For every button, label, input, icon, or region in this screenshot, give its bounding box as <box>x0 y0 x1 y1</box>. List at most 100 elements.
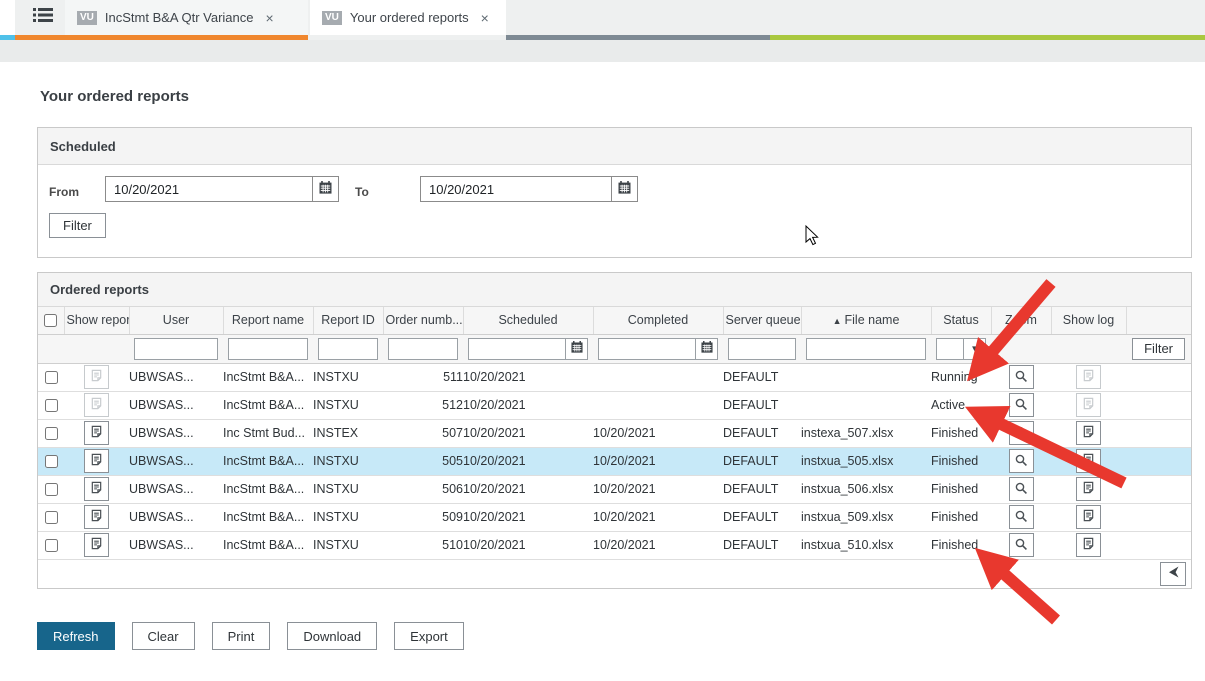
magnifier-icon <box>1014 481 1028 498</box>
filter-report-name-input[interactable] <box>228 338 308 360</box>
col-status[interactable]: Status <box>931 307 991 334</box>
zoom-button[interactable] <box>1009 393 1034 417</box>
select-all-header <box>38 307 64 334</box>
tab-list-menu-button[interactable] <box>22 0 64 35</box>
show-report-button[interactable] <box>84 365 109 389</box>
refresh-button[interactable]: Refresh <box>37 622 115 650</box>
cell-order-number: 509 <box>383 503 463 531</box>
show-log-button[interactable] <box>1076 365 1101 389</box>
show-log-button[interactable] <box>1076 449 1101 473</box>
to-calendar-button[interactable] <box>611 177 637 201</box>
col-zoom[interactable]: Zoom <box>991 307 1051 334</box>
tab-label: Your ordered reports <box>350 10 469 25</box>
print-button[interactable]: Print <box>212 622 271 650</box>
col-report-id[interactable]: Report ID <box>313 307 383 334</box>
row-checkbox[interactable] <box>45 427 58 440</box>
toolbar-band <box>0 40 1205 62</box>
from-date-input[interactable] <box>106 177 312 201</box>
filter-completed-field <box>598 338 718 360</box>
return-arrow-icon <box>1166 565 1181 582</box>
filter-status-input[interactable] <box>937 339 963 359</box>
cell-server-queue: DEFAULT <box>723 475 801 503</box>
tab-bar: VU IncStmt B&A Qtr Variance × VU Your or… <box>0 0 1205 40</box>
tab-incstmt-variance[interactable]: VU IncStmt B&A Qtr Variance × <box>65 0 308 35</box>
filter-completed-calendar-button[interactable] <box>695 339 717 359</box>
report-document-icon <box>90 425 103 441</box>
ordered-reports-panel: Ordered reports Show report User Report … <box>37 272 1192 589</box>
filter-status-dropdown-button[interactable]: ▼ <box>963 339 985 359</box>
log-document-icon <box>1082 481 1095 497</box>
filter-order-number-input[interactable] <box>388 338 458 360</box>
col-completed[interactable]: Completed <box>593 307 723 334</box>
show-report-button[interactable] <box>84 505 109 529</box>
col-user[interactable]: User <box>129 307 223 334</box>
show-log-button[interactable] <box>1076 533 1101 557</box>
col-show-log[interactable]: Show log <box>1051 307 1126 334</box>
show-report-button[interactable] <box>84 533 109 557</box>
col-file-name[interactable]: ▲File name <box>801 307 931 334</box>
row-checkbox[interactable] <box>45 455 58 468</box>
close-icon[interactable]: × <box>481 11 489 25</box>
filter-report-id-input[interactable] <box>318 338 378 360</box>
show-report-button[interactable] <box>84 393 109 417</box>
cell-status: Finished <box>931 531 991 559</box>
close-icon[interactable]: × <box>266 11 274 25</box>
filter-user-input[interactable] <box>134 338 218 360</box>
select-all-checkbox[interactable] <box>44 314 57 327</box>
filter-completed-input[interactable] <box>599 339 695 359</box>
row-checkbox[interactable] <box>45 371 58 384</box>
cell-status: Running <box>931 363 991 391</box>
zoom-button[interactable] <box>1009 533 1034 557</box>
zoom-button[interactable] <box>1009 505 1034 529</box>
grid-filter-button[interactable]: Filter <box>1132 338 1185 360</box>
filter-scheduled-calendar-button[interactable] <box>565 339 587 359</box>
cell-completed: 10/20/2021 <box>593 475 723 503</box>
download-button[interactable]: Download <box>287 622 377 650</box>
tab-label: IncStmt B&A Qtr Variance <box>105 10 254 25</box>
zoom-button[interactable] <box>1009 477 1034 501</box>
show-report-button[interactable] <box>84 449 109 473</box>
log-document-icon <box>1082 509 1095 525</box>
cell-scheduled: 10/20/2021 <box>463 531 593 559</box>
filter-server-queue-input[interactable] <box>728 338 796 360</box>
col-server-queue[interactable]: Server queue <box>723 307 801 334</box>
from-calendar-button[interactable] <box>312 177 338 201</box>
cell-file-name: instxua_506.xlsx <box>801 475 931 503</box>
filter-file-name-input[interactable] <box>806 338 926 360</box>
row-checkbox[interactable] <box>45 511 58 524</box>
export-button[interactable]: Export <box>394 622 464 650</box>
show-report-button[interactable] <box>84 477 109 501</box>
to-date-input[interactable] <box>421 177 611 201</box>
cell-completed <box>593 363 723 391</box>
cell-server-queue: DEFAULT <box>723 391 801 419</box>
cell-user: UBWSAS... <box>129 475 223 503</box>
vu-badge: VU <box>77 11 97 25</box>
cell-server-queue: DEFAULT <box>723 419 801 447</box>
clear-button[interactable]: Clear <box>132 622 195 650</box>
col-scheduled[interactable]: Scheduled <box>463 307 593 334</box>
scheduled-filter-button[interactable]: Filter <box>49 213 106 238</box>
row-checkbox[interactable] <box>45 483 58 496</box>
show-log-button[interactable] <box>1076 477 1101 501</box>
col-order-number[interactable]: Order numb... <box>383 307 463 334</box>
col-report-name[interactable]: Report name <box>223 307 313 334</box>
calendar-icon <box>571 341 583 356</box>
return-button[interactable] <box>1160 562 1186 586</box>
log-document-icon <box>1082 537 1095 553</box>
cell-report-id: INSTXU <box>313 503 383 531</box>
show-log-button[interactable] <box>1076 421 1101 445</box>
tab-your-ordered-reports[interactable]: VU Your ordered reports × <box>310 0 506 35</box>
zoom-button[interactable] <box>1009 421 1034 445</box>
row-checkbox[interactable] <box>45 399 58 412</box>
cell-file-name: instxua_509.xlsx <box>801 503 931 531</box>
table-row-selected: UBWSAS... IncStmt B&A... INSTXU 505 10/2… <box>38 447 1191 475</box>
show-log-button[interactable] <box>1076 393 1101 417</box>
zoom-button[interactable] <box>1009 449 1034 473</box>
show-log-button[interactable] <box>1076 505 1101 529</box>
filter-scheduled-input[interactable] <box>469 339 565 359</box>
row-checkbox[interactable] <box>45 539 58 552</box>
zoom-button[interactable] <box>1009 365 1034 389</box>
col-show-report[interactable]: Show report <box>64 307 129 334</box>
cell-user: UBWSAS... <box>129 531 223 559</box>
show-report-button[interactable] <box>84 421 109 445</box>
